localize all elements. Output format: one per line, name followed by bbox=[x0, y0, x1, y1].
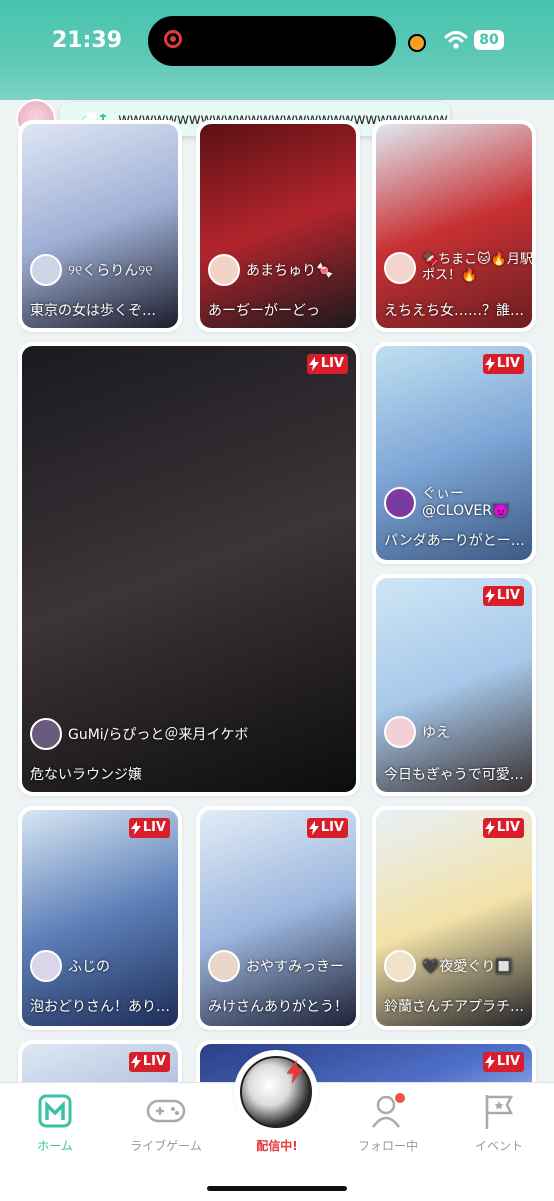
streamer-avatar bbox=[384, 252, 416, 284]
stream-thumbnail: LIV ふじの 泡おどりさん！あり… bbox=[22, 810, 178, 1026]
stream-thumbnail: LIV ゆえ 今日もぎゃうで可愛… bbox=[376, 578, 532, 792]
nav-live-game-label: ライブゲーム bbox=[130, 1139, 202, 1153]
stream-thumbnail: 🍫ちまこ🐱🔥月駅ポス！🔥 えちえち女……？誰… bbox=[376, 124, 532, 328]
stream-card[interactable]: ୨୧くらりん୨୧ 東京の女は歩くぞ‼️… bbox=[18, 120, 182, 332]
stream-title: 泡おどりさん！あり… bbox=[30, 999, 170, 1015]
battery-indicator: 80 bbox=[474, 30, 504, 50]
lightning-icon bbox=[484, 357, 495, 371]
streamer-info: おやすみっきー bbox=[208, 950, 344, 982]
stream-thumbnail: LIV ぐぃー @CLOVER👿 パンダあーりがとー… bbox=[376, 346, 532, 560]
stream-card[interactable]: 🍫ちまこ🐱🔥月駅ポス！🔥 えちえち女……？誰… bbox=[372, 120, 536, 332]
streamer-info: 🍫ちまこ🐱🔥月駅ポス！🔥 bbox=[384, 252, 532, 284]
streamer-info: GuMi/らぴっと＠来月イケボ bbox=[30, 718, 248, 750]
stream-card[interactable]: LIV 🖤夜愛ぐり🔲 鈴蘭さんチアプラチ… bbox=[372, 806, 536, 1030]
streamer-avatar bbox=[30, 950, 62, 982]
home-indicator bbox=[207, 1186, 347, 1191]
streamer-name: ぐぃー @CLOVER👿 bbox=[422, 486, 510, 519]
stream-card[interactable]: LIV ぐぃー @CLOVER👿 パンダあーりがとー… bbox=[372, 342, 536, 564]
stream-thumbnail: あまちゅり🍬 あーぢーがーどっ bbox=[200, 124, 356, 328]
streamer-avatar bbox=[208, 254, 240, 286]
stream-title: あーぢーがーどっ bbox=[208, 303, 320, 319]
live-badge: LIV bbox=[306, 818, 348, 838]
streamer-avatar bbox=[384, 487, 416, 519]
lightning-icon bbox=[130, 1055, 141, 1069]
home-m-icon bbox=[38, 1094, 72, 1128]
streamer-avatar bbox=[208, 950, 240, 982]
live-badge: LIV bbox=[128, 818, 170, 838]
streamer-info: ゆえ bbox=[384, 716, 450, 748]
nav-home[interactable]: ホーム bbox=[0, 1089, 110, 1154]
wifi-icon bbox=[444, 31, 468, 49]
stream-card[interactable]: LIV おやすみっきー みけさんありがとう！ bbox=[196, 806, 360, 1030]
streamer-avatar bbox=[384, 950, 416, 982]
stream-thumbnail: LIV 🖤夜愛ぐり🔲 鈴蘭さんチアプラチ… bbox=[376, 810, 532, 1026]
recording-icon bbox=[164, 30, 182, 48]
stream-card[interactable]: LIV GuMi/らぴっと＠来月イケボ 危ないラウンジ嬢 bbox=[18, 342, 360, 796]
lightning-icon bbox=[484, 1055, 495, 1069]
lightning-icon bbox=[484, 821, 495, 835]
streamer-avatar bbox=[30, 718, 62, 750]
streamer-info: ୨୧くらりん୨୧ bbox=[30, 254, 153, 286]
streamer-name: 🍫ちまこ🐱🔥月駅ポス！🔥 bbox=[422, 252, 532, 283]
stream-card[interactable]: LIV ゆえ 今日もぎゃうで可愛… bbox=[372, 574, 536, 796]
flag-star-icon bbox=[485, 1095, 514, 1129]
stream-title: 危ないラウンジ嬢 bbox=[30, 767, 142, 783]
nav-following-label: フォロー中 bbox=[357, 1139, 418, 1153]
lightning-icon bbox=[308, 821, 319, 835]
streaming-center-button[interactable] bbox=[234, 1050, 318, 1134]
stream-thumbnail: LIV GuMi/らぴっと＠来月イケボ 危ないラウンジ嬢 bbox=[22, 346, 356, 792]
live-badge: LIV bbox=[482, 586, 524, 606]
streamer-info: ふじの bbox=[30, 950, 110, 982]
streamer-info: あまちゅり🍬 bbox=[208, 254, 333, 286]
stream-thumbnail: LIV おやすみっきー みけさんありがとう！ bbox=[200, 810, 356, 1026]
lightning-icon bbox=[130, 821, 141, 835]
live-badge: LIV bbox=[482, 354, 524, 374]
streamer-info: ぐぃー @CLOVER👿 bbox=[384, 486, 532, 520]
follow-person-icon bbox=[371, 1093, 405, 1128]
lightning-icon bbox=[286, 1060, 304, 1084]
stream-title: みけさんありがとう！ bbox=[208, 999, 348, 1015]
stream-card[interactable]: LIV ふじの 泡おどりさん！あり… bbox=[18, 806, 182, 1030]
nav-home-label: ホーム bbox=[37, 1139, 73, 1153]
live-badge: LIV bbox=[306, 354, 348, 374]
lightning-icon bbox=[308, 357, 319, 371]
live-badge: LIV bbox=[482, 818, 524, 838]
streamer-name: ふじの bbox=[68, 959, 110, 975]
nav-event-label: イベント bbox=[474, 1139, 523, 1153]
streamer-name: ゆえ bbox=[422, 725, 450, 741]
streamer-name: 🖤夜愛ぐり🔲 bbox=[422, 959, 513, 975]
streamer-name: あまちゅり🍬 bbox=[246, 263, 334, 279]
streamer-name: おやすみっきー bbox=[246, 959, 344, 975]
live-badge: LIV bbox=[482, 1052, 524, 1072]
status-time: 21:39 bbox=[52, 28, 123, 53]
stream-thumbnail: ୨୧くらりん୨୧ 東京の女は歩くぞ‼️… bbox=[22, 124, 178, 328]
dynamic-island bbox=[148, 16, 396, 66]
stream-title: パンダあーりがとー… bbox=[384, 533, 525, 549]
streamer-name: ୨୧くらりん୨୧ bbox=[68, 263, 153, 279]
stream-title: 今日もぎゃうで可愛… bbox=[384, 767, 524, 783]
streamer-name: GuMi/らぴっと＠来月イケボ bbox=[68, 727, 249, 743]
lightning-icon bbox=[484, 589, 495, 603]
streamer-avatar bbox=[30, 254, 62, 286]
gamepad-icon bbox=[146, 1099, 186, 1123]
streamer-avatar bbox=[384, 716, 416, 748]
nav-streaming-label: 配信中! bbox=[256, 1139, 298, 1153]
nav-live-game[interactable]: ライブゲーム bbox=[111, 1089, 221, 1154]
nav-event[interactable]: イベント bbox=[444, 1089, 554, 1154]
stream-title: えちえち女……？誰… bbox=[384, 303, 524, 319]
stream-card[interactable]: あまちゅり🍬 あーぢーがーどっ bbox=[196, 120, 360, 332]
stream-title: 東京の女は歩くぞ‼️… bbox=[30, 303, 172, 319]
stream-title: 鈴蘭さんチアプラチ… bbox=[384, 999, 524, 1015]
streamer-info: 🖤夜愛ぐり🔲 bbox=[384, 950, 513, 982]
mic-indicator-icon bbox=[408, 34, 426, 52]
live-badge: LIV bbox=[128, 1052, 170, 1072]
nav-following[interactable]: フォロー中 bbox=[333, 1089, 443, 1154]
